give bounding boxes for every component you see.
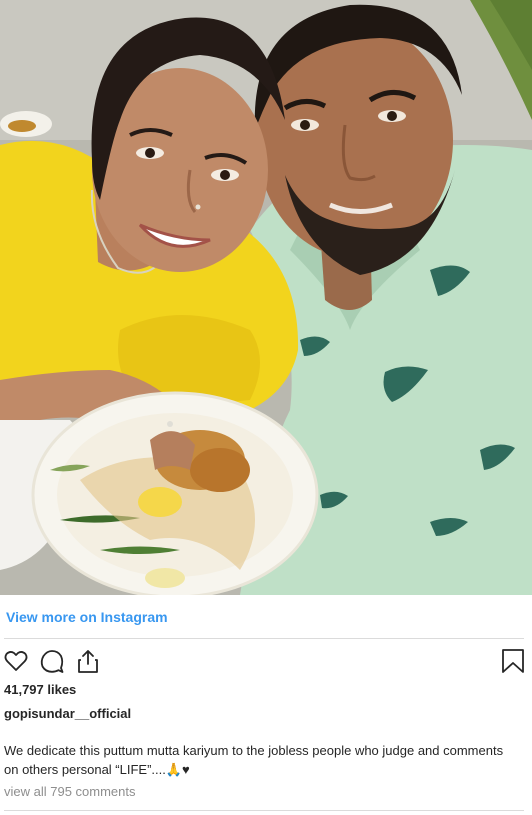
likes-count[interactable]: 41,797 likes — [4, 682, 76, 697]
divider — [4, 638, 524, 639]
share-icon[interactable] — [75, 648, 101, 674]
post-photo-illustration — [0, 0, 532, 595]
view-more-on-instagram-link[interactable]: View more on Instagram — [6, 609, 168, 625]
post-photo[interactable] — [0, 0, 532, 595]
instagram-post-embed: View more on Instagram 41,797 likes gopi… — [0, 0, 532, 815]
post-username[interactable]: gopisundar__official — [4, 706, 131, 721]
heart-icon[interactable] — [3, 648, 29, 674]
view-all-comments-link[interactable]: view all 795 comments — [4, 784, 136, 799]
bookmark-icon[interactable] — [500, 648, 526, 674]
divider — [4, 810, 524, 811]
comment-icon[interactable] — [39, 648, 65, 674]
post-caption: We dedicate this puttum mutta kariyum to… — [4, 743, 504, 777]
